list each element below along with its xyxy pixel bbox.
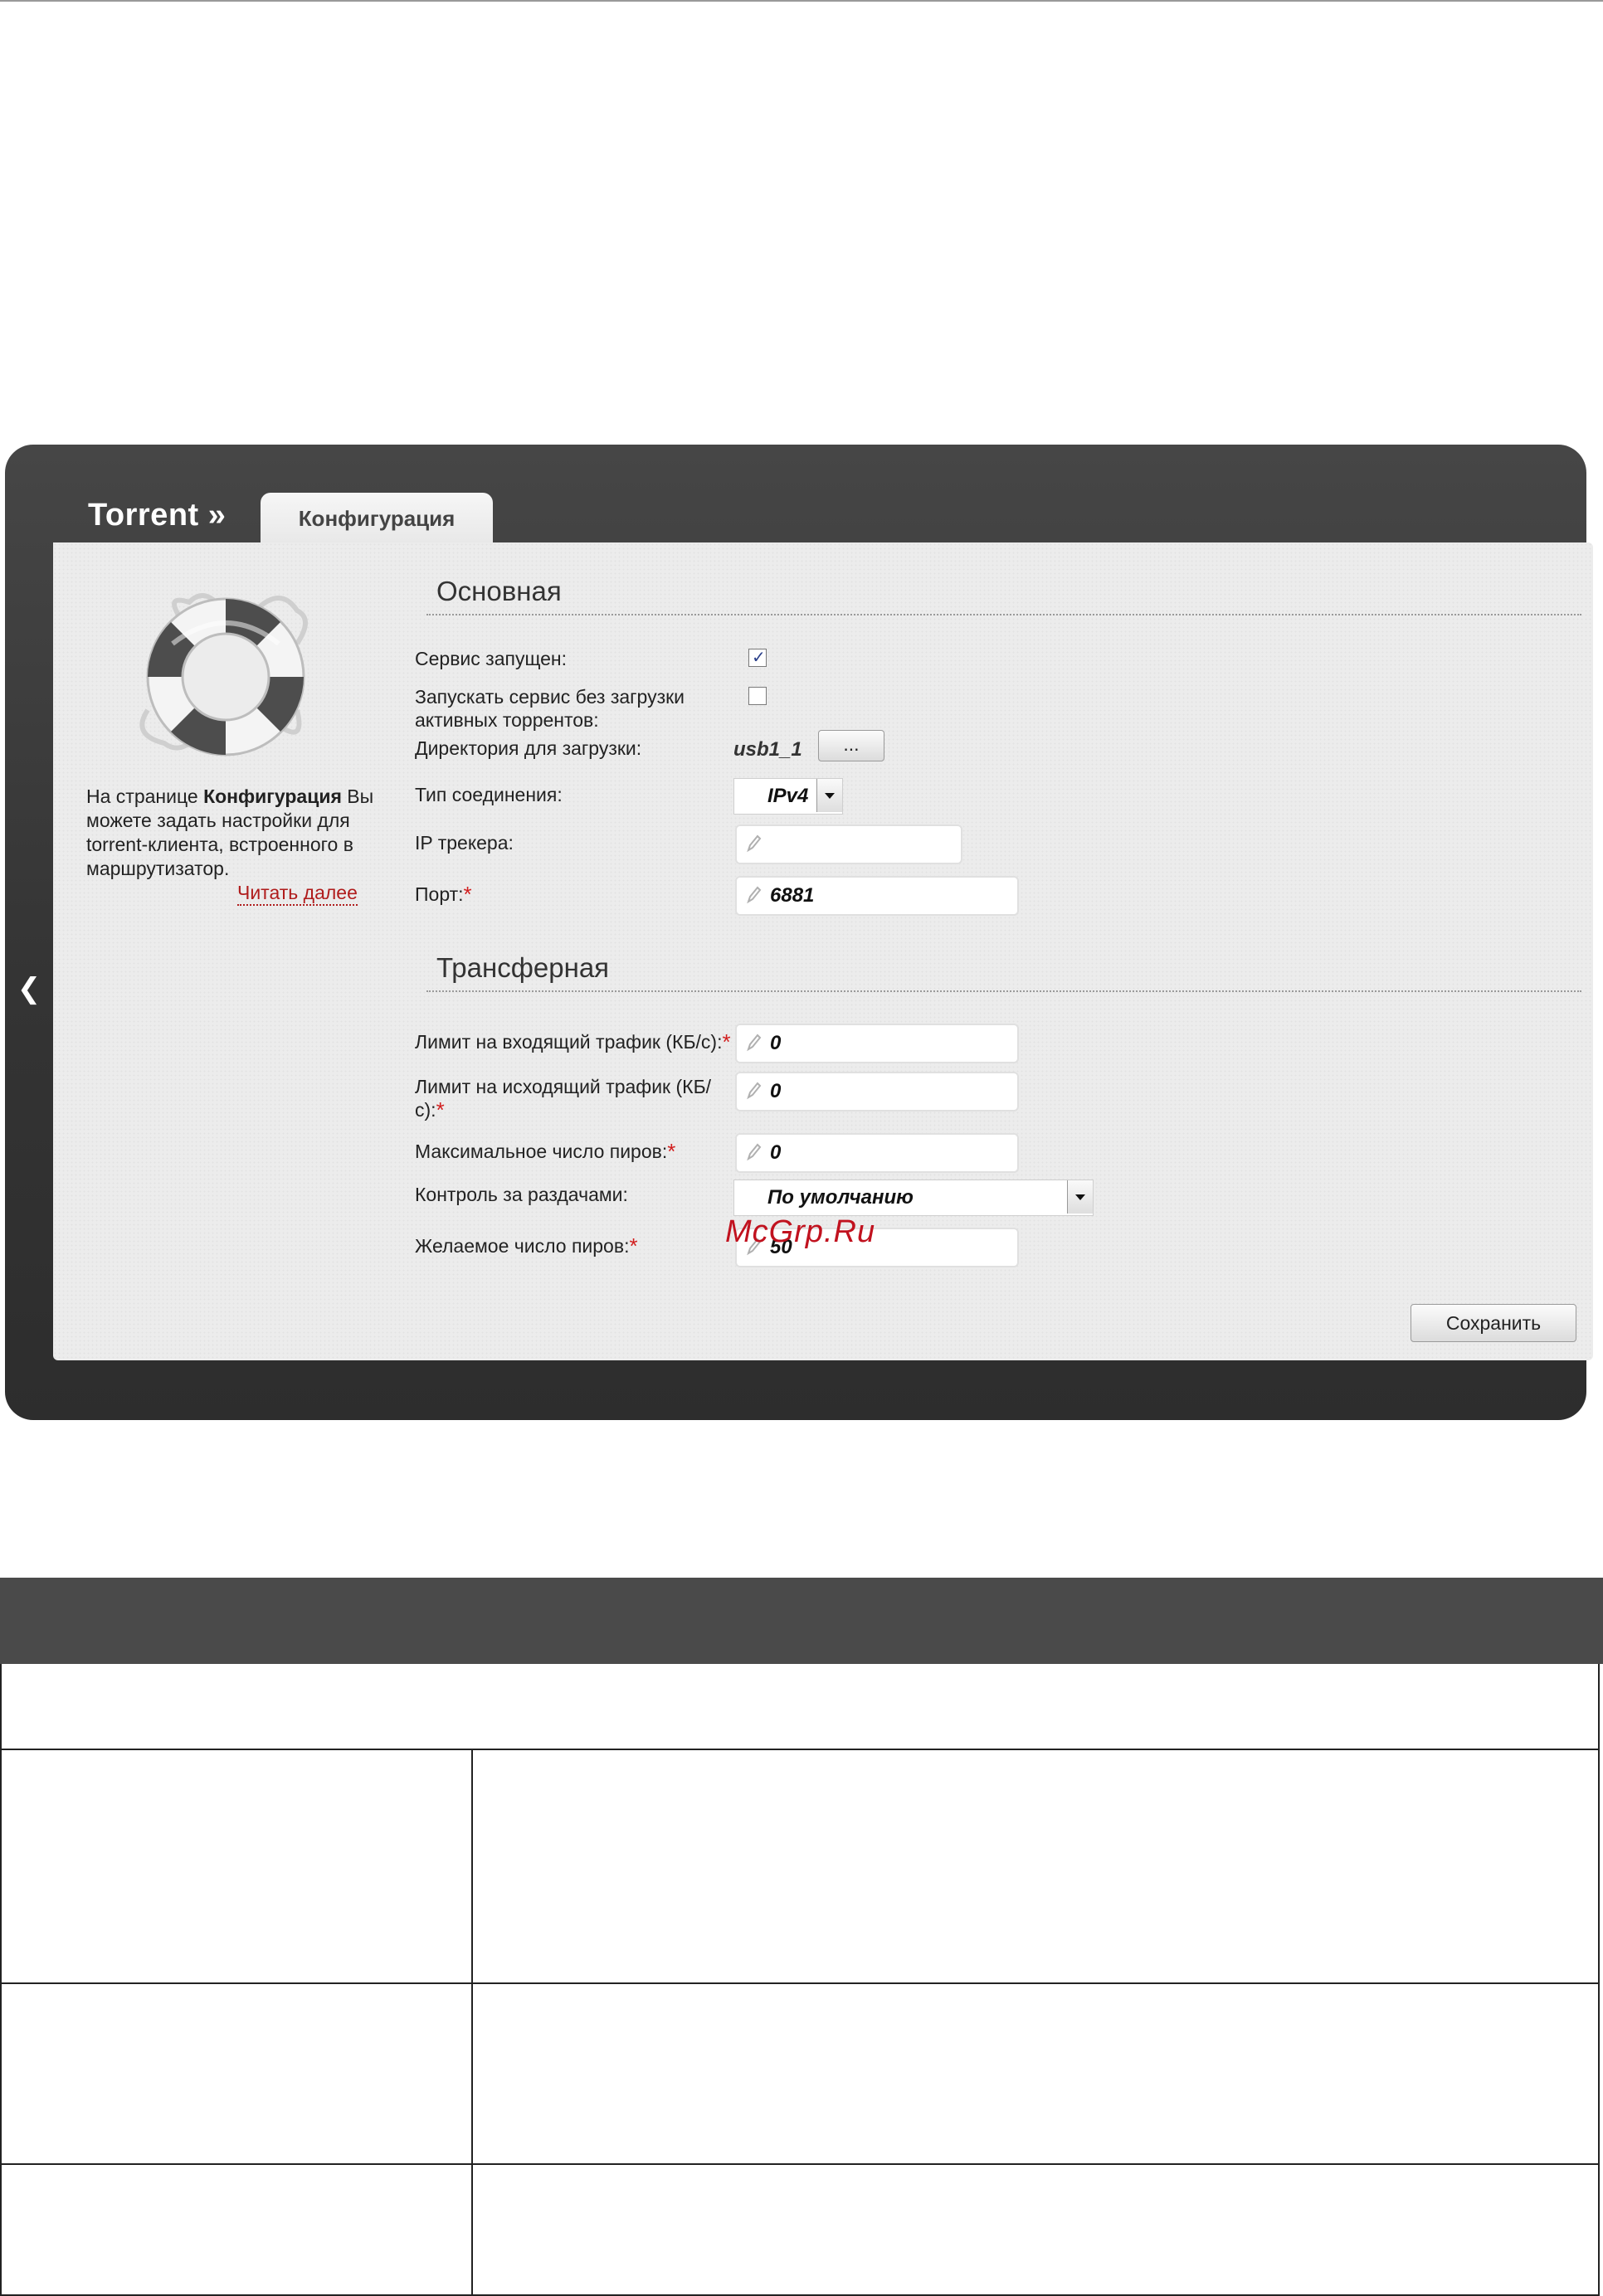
help-text: На странице Конфигурация Вы можете задат… <box>86 786 374 879</box>
max-peers-label: Максимальное число пиров:* <box>415 1139 676 1164</box>
download-dir-label: Директория для загрузки: <box>415 737 642 759</box>
collapse-menu-icon[interactable]: ❮ <box>17 972 41 1005</box>
doc-table-row <box>0 1664 1600 1750</box>
out-limit-label: Лимит на исходящий трафик (КБ/с):* <box>415 1076 712 1122</box>
section-divider <box>426 990 1581 992</box>
pencil-icon <box>747 1034 762 1052</box>
required-mark: * <box>629 1233 638 1258</box>
chevron-down-icon <box>1067 1180 1093 1214</box>
brand-title: Torrent » <box>88 498 227 533</box>
page-top-rule <box>0 0 1603 2</box>
settings-panel: На странице Конфигурация Вы можете задат… <box>53 542 1593 1360</box>
port-label: Порт:* <box>415 882 472 907</box>
checkmark-icon: ✓ <box>752 647 766 667</box>
required-mark: * <box>463 882 472 907</box>
in-limit-input[interactable]: 0 <box>735 1024 1019 1063</box>
connection-type-select[interactable]: IPv4 <box>733 778 843 815</box>
lifebuoy-icon <box>139 593 308 756</box>
pencil-icon <box>747 834 762 853</box>
download-dir-value: usb1_1 <box>733 738 802 761</box>
required-mark: * <box>667 1139 676 1164</box>
chevron-down-icon <box>816 779 842 812</box>
service-running-label: Сервис запущен: <box>415 648 567 669</box>
desired-peers-label: Желаемое число пиров:* <box>415 1233 638 1258</box>
ui-frame: Torrent » Конфигурация ❮ На странице Кон… <box>5 445 1593 1420</box>
in-limit-label: Лимит на входящий трафик (КБ/с):* <box>415 1029 731 1054</box>
out-limit-input[interactable]: 0 <box>735 1072 1019 1112</box>
section-title-basic: Основная <box>436 576 562 606</box>
browse-dir-button[interactable]: ... <box>818 730 884 761</box>
start-without-torrents-label: Запускать сервис без загрузки активных т… <box>415 686 685 731</box>
read-more-link[interactable]: Читать далее <box>237 881 358 906</box>
required-mark: * <box>436 1097 445 1122</box>
required-mark: * <box>722 1029 731 1054</box>
doc-table-row <box>0 2165 1600 2296</box>
save-button[interactable]: Сохранить <box>1411 1304 1576 1342</box>
router-ui-screenshot: Torrent » Конфигурация ❮ На странице Кон… <box>5 445 1601 1425</box>
section-divider <box>426 614 1581 615</box>
tracker-ip-input[interactable] <box>735 825 962 864</box>
connection-type-label: Тип соединения: <box>415 784 563 805</box>
service-running-checkbox[interactable]: ✓ <box>748 647 767 667</box>
pencil-icon <box>747 886 762 904</box>
pencil-icon <box>747 1082 762 1100</box>
doc-table-header <box>0 1578 1603 1664</box>
port-input[interactable]: 6881 <box>735 876 1019 916</box>
tracker-ip-label: IP трекера: <box>415 832 514 854</box>
pencil-icon <box>747 1143 762 1161</box>
seed-control-select[interactable]: По умолчанию <box>733 1180 1094 1216</box>
doc-table-row <box>0 1984 1600 2165</box>
doc-table-row <box>0 1750 1600 1984</box>
start-without-torrents-checkbox[interactable] <box>748 687 767 705</box>
watermark: McGrp.Ru <box>725 1214 876 1249</box>
tab-configuration[interactable]: Конфигурация <box>261 493 493 544</box>
max-peers-input[interactable]: 0 <box>735 1133 1019 1173</box>
seed-control-label: Контроль за раздачами: <box>415 1184 628 1205</box>
section-title-transfer: Трансферная <box>436 952 610 983</box>
